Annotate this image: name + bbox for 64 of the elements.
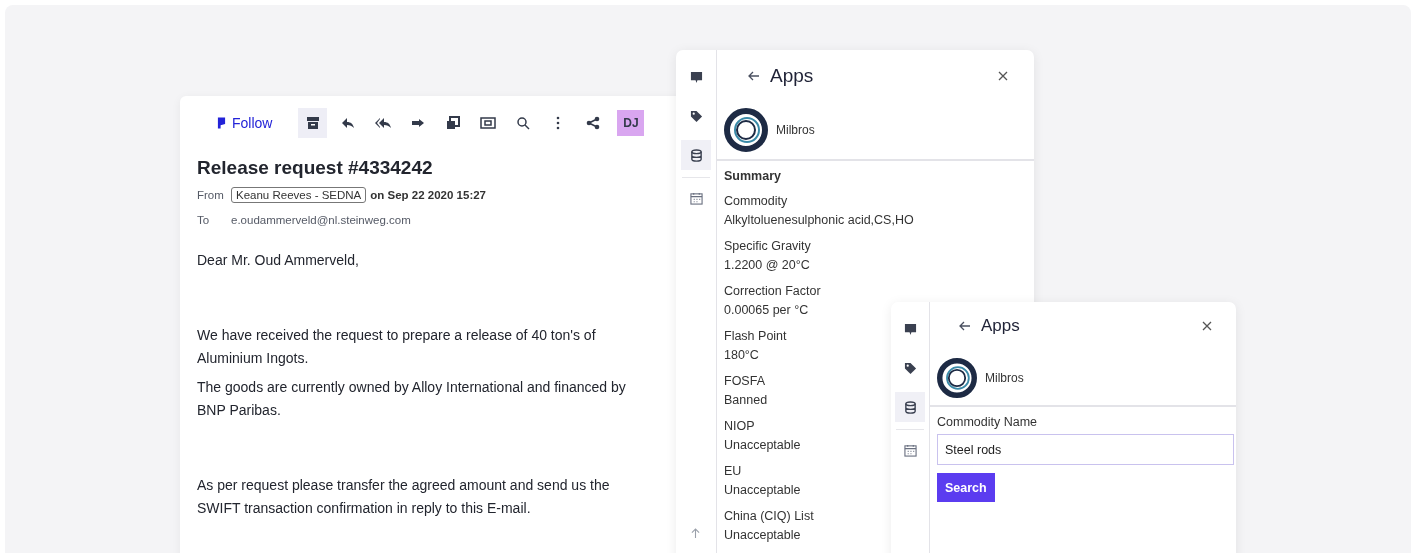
bookmark-icon (217, 117, 226, 129)
commodity-name-field[interactable]: Steel rods (937, 434, 1234, 465)
email-paragraph: The goods are currently owned by Alloy International and financed by BNP Paribas. (197, 378, 626, 420)
screen-icon (479, 116, 496, 130)
field-label: NIOP (724, 418, 755, 435)
panel-title: Apps (770, 65, 815, 87)
panel-title: Apps (981, 316, 1021, 336)
to-label: To (197, 213, 211, 226)
close-icon[interactable] (1202, 321, 1212, 331)
field-value: Alkyltoluenesulphonic acid,CS,HO (724, 212, 914, 229)
email-paragraph: We have received the request to prepare a release of 40 ton's of Aluminium Ingots. (197, 326, 596, 368)
email-subject: Release request #4334242 (197, 157, 434, 179)
back-arrow-icon[interactable] (748, 71, 760, 81)
email-paragraph: As per request please transfer the agreed amount and send us the SWIFT transaction confirmation in reply to this E-mail. (197, 476, 610, 518)
archive-button[interactable] (298, 108, 328, 138)
field-label: Commodity (724, 193, 788, 210)
app-name: Milbros (776, 123, 815, 137)
field-label: Correction Factor (724, 283, 821, 300)
share-icon (585, 116, 600, 130)
app-logo (937, 358, 977, 398)
app-logo (724, 108, 768, 152)
from-label: From (197, 188, 225, 201)
chat-icon (903, 322, 917, 336)
field-label: Specific Gravity (724, 238, 811, 255)
search-button[interactable]: Search (937, 473, 995, 502)
archive-icon (305, 116, 320, 130)
calendar-icon (689, 191, 703, 205)
close-icon[interactable] (998, 71, 1008, 81)
search-icon (515, 116, 530, 130)
arrow-up-icon[interactable] (691, 528, 700, 539)
field-label: Commodity Name (937, 415, 1038, 429)
reply-icon (340, 116, 355, 130)
database-tab[interactable] (681, 140, 711, 170)
field-value: 0.00065 per °C (724, 302, 809, 319)
database-icon (903, 400, 917, 414)
database-tab[interactable] (895, 392, 925, 422)
field-label: EU (724, 463, 742, 480)
field-value: Banned (724, 392, 768, 409)
database-icon (689, 148, 703, 162)
field-value: Unacceptable (724, 437, 801, 454)
field-value: 1.2200 @ 20°C (724, 257, 810, 274)
field-label: China (CIQ) List (724, 508, 814, 525)
follow-button[interactable]: Follow (211, 111, 279, 135)
tag-icon (689, 109, 703, 123)
email-paragraph: Dear Mr. Oud Ammerveld, (197, 251, 359, 270)
field-label: FOSFA (724, 373, 765, 390)
tag-icon (903, 361, 917, 375)
chat-icon (689, 70, 703, 84)
field-value: Unacceptable (724, 527, 801, 544)
calendar-icon (903, 443, 917, 457)
forward-icon (410, 116, 425, 130)
reply-all-icon (374, 116, 391, 130)
copy-icon (445, 116, 460, 130)
recipient-address: e.oudammerveld@nl.steinweg.com (231, 213, 411, 226)
sender-chip[interactable]: Keanu Reeves - SEDNA (231, 186, 367, 203)
section-heading: Summary (724, 169, 781, 183)
field-label: Flash Point (724, 328, 787, 345)
more-icon (555, 116, 560, 130)
field-value: 180°C (724, 347, 759, 364)
back-arrow-icon[interactable] (959, 321, 971, 331)
app-name: Milbros (985, 371, 1024, 385)
sent-date: on Sep 22 2020 15:27 (370, 188, 486, 201)
field-value: Unacceptable (724, 482, 801, 499)
user-avatar[interactable]: DJ (617, 110, 645, 136)
